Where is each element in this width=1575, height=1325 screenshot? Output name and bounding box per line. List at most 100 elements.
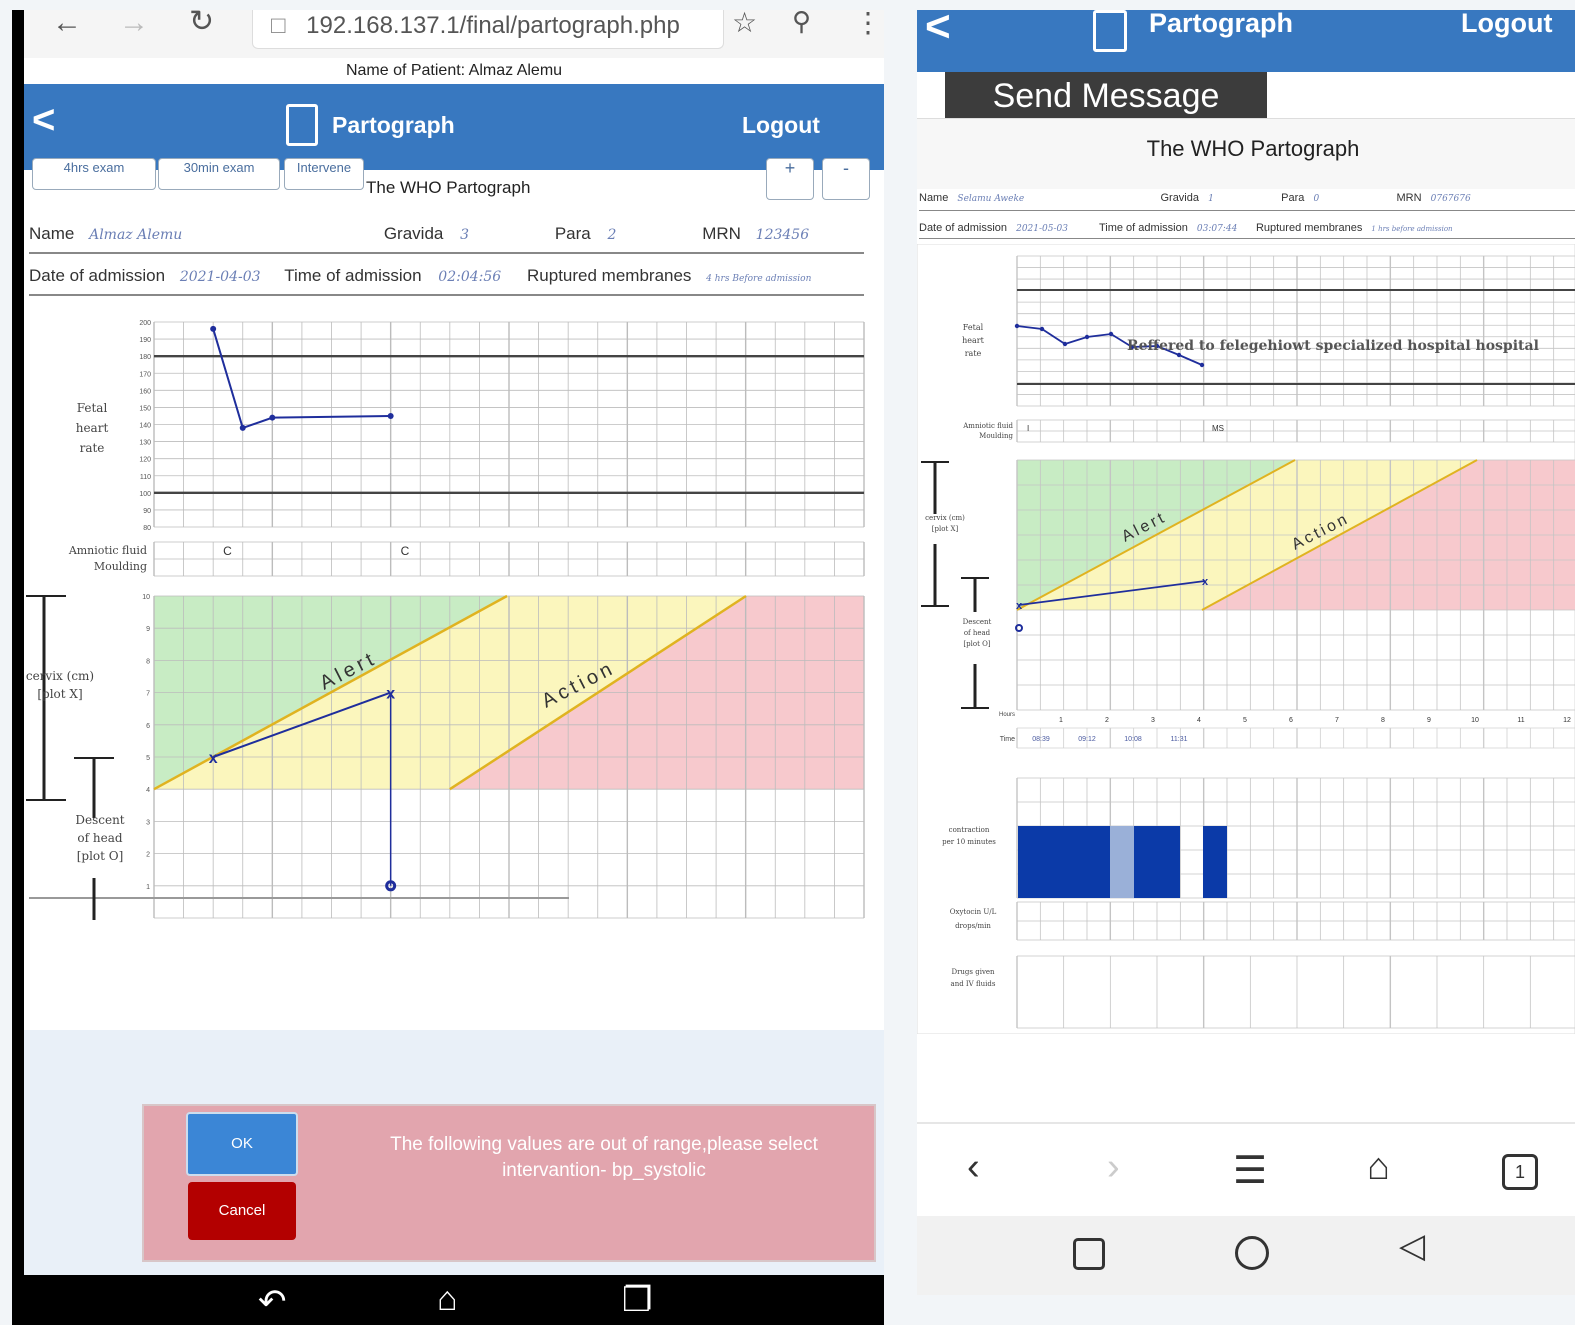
para-value: 0	[1313, 194, 1320, 204]
cervix-tick-label: 6	[146, 723, 150, 730]
time-value: 11:31	[1171, 736, 1188, 743]
home-nav-icon[interactable]	[1235, 1236, 1269, 1270]
home-icon[interactable]: ⌂	[1367, 1146, 1390, 1189]
reload-icon[interactable]: ↻	[189, 10, 214, 39]
divider	[29, 294, 864, 296]
mrn-value: 123456	[755, 227, 810, 243]
zoom-in-button[interactable]: +	[766, 158, 814, 200]
tab-4hrs-exam[interactable]: 4hrs exam	[32, 158, 156, 190]
left-phone-screenshot: ← → ↻ □ 192.168.137.1/final/partograph.p…	[12, 10, 884, 1325]
name-value: Almaz Alemu	[89, 227, 183, 243]
back-nav-icon[interactable]: ◁	[1399, 1226, 1425, 1266]
hour-tick: 1	[1059, 717, 1063, 724]
cervix-tick-label: 2	[146, 852, 150, 859]
cervix-tick-label: 5	[146, 755, 150, 762]
mrn-value: 0767676	[1430, 194, 1471, 204]
time-label: Time	[1000, 736, 1015, 743]
descent-axis-label: of head	[964, 629, 991, 637]
admission-info-row: Date of admission 2021-04-03 Time of adm…	[29, 266, 811, 286]
fhr-grid	[153, 321, 865, 528]
referral-note: Reffered to felegehiowt specialized hosp…	[1127, 338, 1539, 354]
rm-label: Ruptured membranes	[527, 266, 692, 285]
building-icon	[1093, 10, 1127, 52]
partograph-chart: 2001901801701601501401301201101009080 Fe…	[26, 320, 865, 920]
cervix-point-x: x	[1016, 600, 1023, 612]
recents-nav-icon[interactable]: ❐	[622, 1280, 652, 1320]
hour-tick: 2	[1105, 717, 1109, 724]
back-button[interactable]: <	[32, 98, 55, 143]
patient-name-line: Name of Patient: Almaz Alemu	[345, 62, 563, 79]
amniotic-axis-label: Moulding	[94, 560, 147, 573]
name-value: Selamu Aweke	[957, 194, 1025, 204]
fhr-point	[1108, 331, 1114, 337]
chart-title: The WHO Partograph	[366, 178, 531, 197]
browser-back-icon[interactable]: ‹	[967, 1146, 980, 1189]
ok-button[interactable]: OK	[186, 1112, 298, 1176]
contraction-bar-hatched	[1110, 826, 1134, 898]
building-icon	[286, 104, 318, 146]
fhr-tick-label: 100	[139, 491, 151, 498]
recents-nav-icon[interactable]	[1073, 1238, 1105, 1270]
logout-link[interactable]: Logout	[742, 112, 820, 139]
tab-intervene[interactable]: Intervene	[284, 158, 364, 190]
amniotic-mark: I	[1027, 424, 1029, 433]
back-arrow-icon[interactable]: ←	[52, 10, 82, 40]
cervix-axis-label: cervix (cm)	[26, 669, 94, 683]
para-label: Para	[554, 224, 591, 243]
mrn-label: MRN	[1396, 192, 1422, 204]
hour-tick: 12	[1563, 717, 1571, 724]
admission-info-row: Date of admission 2021-05-03 Time of adm…	[919, 222, 1453, 234]
time-value: 09:12	[1078, 736, 1096, 743]
url-bar[interactable]: □ 192.168.137.1/final/partograph.php	[252, 10, 724, 49]
menu-icon[interactable]: ☰	[1233, 1148, 1267, 1193]
send-message-button[interactable]: Send Message	[945, 72, 1267, 120]
oxytocin-axis-label: Oxytocin U/L	[950, 908, 997, 916]
fhr-tick-label: 200	[139, 320, 151, 327]
fhr-point	[1062, 341, 1068, 347]
location-icon[interactable]: ⚲	[792, 10, 811, 37]
gravida-label: Gravida	[1160, 192, 1199, 204]
drugs-axis-label: and IV fluids	[951, 980, 996, 988]
toa-label: Time of admission	[284, 266, 422, 285]
amniotic-axis-label: Amniotic fluid	[68, 544, 147, 557]
hour-tick: 7	[1335, 717, 1339, 724]
hours-label: Hours	[999, 712, 1015, 718]
fhr-tick-label: 110	[140, 474, 151, 481]
star-icon[interactable]: ☆	[732, 10, 757, 39]
cervix-tick-label: 7	[146, 691, 150, 698]
fhr-point	[1199, 362, 1205, 368]
zoom-out-button[interactable]: -	[822, 158, 870, 200]
back-nav-icon[interactable]: ↶	[258, 1282, 287, 1322]
contraction-axis-label: contraction	[949, 826, 990, 834]
hour-tick: 3	[1151, 717, 1155, 724]
logout-link[interactable]: Logout	[1461, 10, 1552, 39]
browser-forward-icon[interactable]: ›	[1107, 1146, 1120, 1189]
divider	[919, 238, 1575, 239]
contraction-bar	[1203, 826, 1227, 898]
tab-30min-exam[interactable]: 30min exam	[158, 158, 280, 190]
home-nav-icon[interactable]: ⌂	[437, 1280, 458, 1319]
menu-icon[interactable]: ⋮	[854, 10, 882, 39]
browser-toolbar: ← → ↻ □ 192.168.137.1/final/partograph.p…	[24, 10, 884, 58]
cancel-button[interactable]: Cancel	[188, 1182, 296, 1240]
tabs-count-icon[interactable]: 1	[1502, 1154, 1538, 1190]
divider	[917, 1122, 1575, 1124]
divider	[919, 210, 1575, 211]
amniotic-axis-label: Amniotic fluid	[962, 422, 1013, 430]
amniotic-grid: Amniotic fluid Moulding C C	[68, 541, 865, 577]
gravida-label: Gravida	[383, 224, 444, 243]
patient-info-row: Name Selamu Aweke Gravida 1 Para 0 MRN 0…	[919, 192, 1471, 204]
forward-arrow-icon[interactable]: →	[119, 10, 149, 40]
rm-label: Ruptured membranes	[1255, 222, 1363, 234]
back-button[interactable]: <	[925, 10, 951, 52]
cervix-tick-label: 3	[146, 819, 150, 826]
gravida-value: 1	[1208, 194, 1214, 204]
fhr-tick-label: 190	[139, 337, 151, 344]
fhr-tick-label: 170	[139, 371, 151, 378]
fhr-axis-label: Fetal	[963, 323, 984, 332]
right-phone-screenshot: < Partograph Logout Send Message The WHO…	[917, 10, 1575, 1295]
name-label: Name	[919, 192, 949, 204]
gravida-value: 3	[460, 227, 470, 243]
dialog-message: The following values are out of range,pl…	[390, 1134, 818, 1181]
doa-value: 2021-04-03	[179, 269, 261, 285]
